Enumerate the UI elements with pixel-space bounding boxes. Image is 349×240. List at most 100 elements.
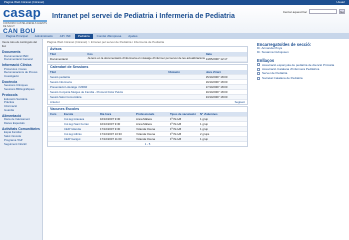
link-icon [257,67,260,71]
vacunes-pager: 1 - 5 [48,142,247,146]
cell: 15/10/2007 18:00 [205,75,228,79]
col-header[interactable]: Títol [50,52,87,56]
cell: 16/10/2007 9:30 [100,122,121,126]
cell[interactable]: Sessió pediatria [50,75,168,79]
link-icon [257,76,260,80]
cell [168,90,205,94]
casap-logo[interactable]: casap CONSORCI CASTELLDEFELS AGENTS DE S… [3,5,47,35]
col-header[interactable]: Data [206,52,245,56]
link-label[interactable]: Societat Catalana de Pediatria [262,76,303,80]
col-header[interactable]: Títol [50,70,168,74]
link-item[interactable]: Societat Catalana de Pediatria [257,76,345,80]
nav-tab[interactable]: Pàgina Principal [3,34,31,39]
cell[interactable]: Sessió Infermeria [50,80,168,84]
cell: 16/10/2007 9:30 [100,117,121,121]
logo-word: casap [3,5,41,20]
col-header[interactable]: Tipus de vacunació [170,112,200,116]
cell[interactable]: Presentació Lideratge i MPAR [50,85,168,89]
cell[interactable]: CEIP Islàndia [64,127,100,131]
nav-tab[interactable]: Administració [32,34,56,39]
view-all-content-link[interactable]: Veure tots els continguts del lloc [2,40,40,48]
search-button[interactable]: Go [339,9,345,14]
cell[interactable]: Sessió Salut Comunitària [50,95,168,99]
cell[interactable]: Documentació [50,57,87,61]
cell [50,122,64,126]
sidebar-item[interactable]: Guardia [2,108,40,113]
cell: 14/05/2007 12:17 [205,57,228,61]
search-area: Cercar aquest lloc Go [283,9,345,14]
cell: 1ª INJ+B [170,127,182,131]
cell: 17/10/2007 9:30 [100,127,121,131]
link-icon [257,63,260,67]
cell: 1ª INJ+B [170,117,182,121]
col-header[interactable]: Nº d'alumnes [200,112,222,116]
cell: 20/10/2007 18:00 [205,90,228,94]
cell[interactable]: CEIP Garigot [64,137,100,141]
search-label: Cercar aquest lloc [282,9,307,14]
col-header[interactable]: Curs [50,112,64,116]
col-header[interactable]: Cos [87,52,205,56]
cell: 1 grup [200,122,208,126]
vacunes-panel: Vacunes Escoles Curs Escola Dia hora Profes… [47,106,248,147]
nav-tab[interactable]: Comitè d'Empresa [94,34,125,39]
breadcrumb: Pàgina Web Intranet (Intranet) > Intrane… [47,40,165,44]
page-title: Intranet pel servei de Pediatria i Infer… [52,13,235,20]
cell: Yolanda Osuna [136,127,156,131]
cell [50,127,64,131]
cell [168,85,205,89]
cell: 1 grup [200,127,208,131]
cell: 23/10/2007 18:00 [205,95,228,99]
cell [50,117,64,121]
person-link[interactable]: Dr. Susanna Cubojusen [257,50,345,55]
right-column: Encarregats/des de secció: Dr. Armanda P… [253,39,349,240]
cell: Anna Màlera [136,117,152,121]
search-input[interactable] [309,9,337,14]
sidebar: Veure tots els continguts del lloc Docum… [0,39,43,240]
sidebar-item[interactable]: Dietes Especials [2,121,40,126]
cell: 17/10/2007 11:00 [100,137,122,141]
sidebar-item[interactable]: Sessions Bibliogràfiques [2,87,40,92]
nav-tab[interactable]: Pediatria [74,33,93,39]
table-row[interactable]: Documentació Ja tens en la documentació … [48,57,247,62]
pager-range[interactable]: 1 - 5 [145,142,151,146]
previous-link[interactable]: Anterior [50,100,60,104]
sidebar-item[interactable]: Investigació [2,74,40,79]
col-header[interactable]: Dia hora [100,112,136,116]
cell: 17/10/2007 10:30 [100,132,122,136]
cell [168,80,205,84]
sidebar-item[interactable]: Seguiment Infantil [2,142,40,147]
col-header[interactable]: Professionals [136,112,170,116]
page: Pàgina Web Intranet (Intranet) Usuari ca… [0,0,349,240]
col-header[interactable]: Escola [64,112,100,116]
cell[interactable]: Sessió Conjunta Metges de Família - Prot… [50,90,168,94]
cell: 1ª INJ+B [170,122,182,126]
cell: 1ª INJ+B [170,137,182,141]
main-content: Pàgina Web Intranet (Intranet) > Intrane… [45,39,250,240]
cell[interactable]: Col.legi Sant Ferran [64,122,100,126]
cell: 1 grup [200,137,208,141]
cell [50,132,64,136]
cell [168,95,205,99]
cell: 1ª INJ+B [170,132,182,136]
cell[interactable]: Col.legi Aravaca [64,117,100,121]
col-header[interactable]: Hora d'inici [206,70,245,74]
calendari-panel: Calendari de Sessions Títol Ubicació Hor… [47,64,248,105]
nav-tab[interactable]: AP i INF [57,34,74,39]
sidebar-item[interactable]: Documentació General [2,57,40,62]
cell: Ja tens en la documentació d'infermeria … [87,57,205,60]
link-icon [257,72,260,76]
cell: 17/10/2007 18:00 [205,85,228,89]
cell: Yolanda Osuna [136,137,156,141]
avisos-panel: Avisos Títol Cos Data Documentació Ja te… [47,46,248,63]
next-link[interactable]: Següent [235,100,245,104]
header: casap CONSORCI CASTELLDEFELS AGENTS DE S… [0,5,349,35]
col-header[interactable]: Ubicació [168,70,205,74]
cell[interactable]: Col.legi Altinto [64,132,100,136]
cell [168,75,205,79]
nav-tab[interactable]: Ajudes [125,34,140,39]
cell: 2 grups [200,132,210,136]
calendari-pager: Anterior Següent [48,100,247,104]
cell: Yolanda Osuna [136,132,156,136]
cell: 1 grup [200,117,208,121]
cell: Anna Màlera [136,122,152,126]
